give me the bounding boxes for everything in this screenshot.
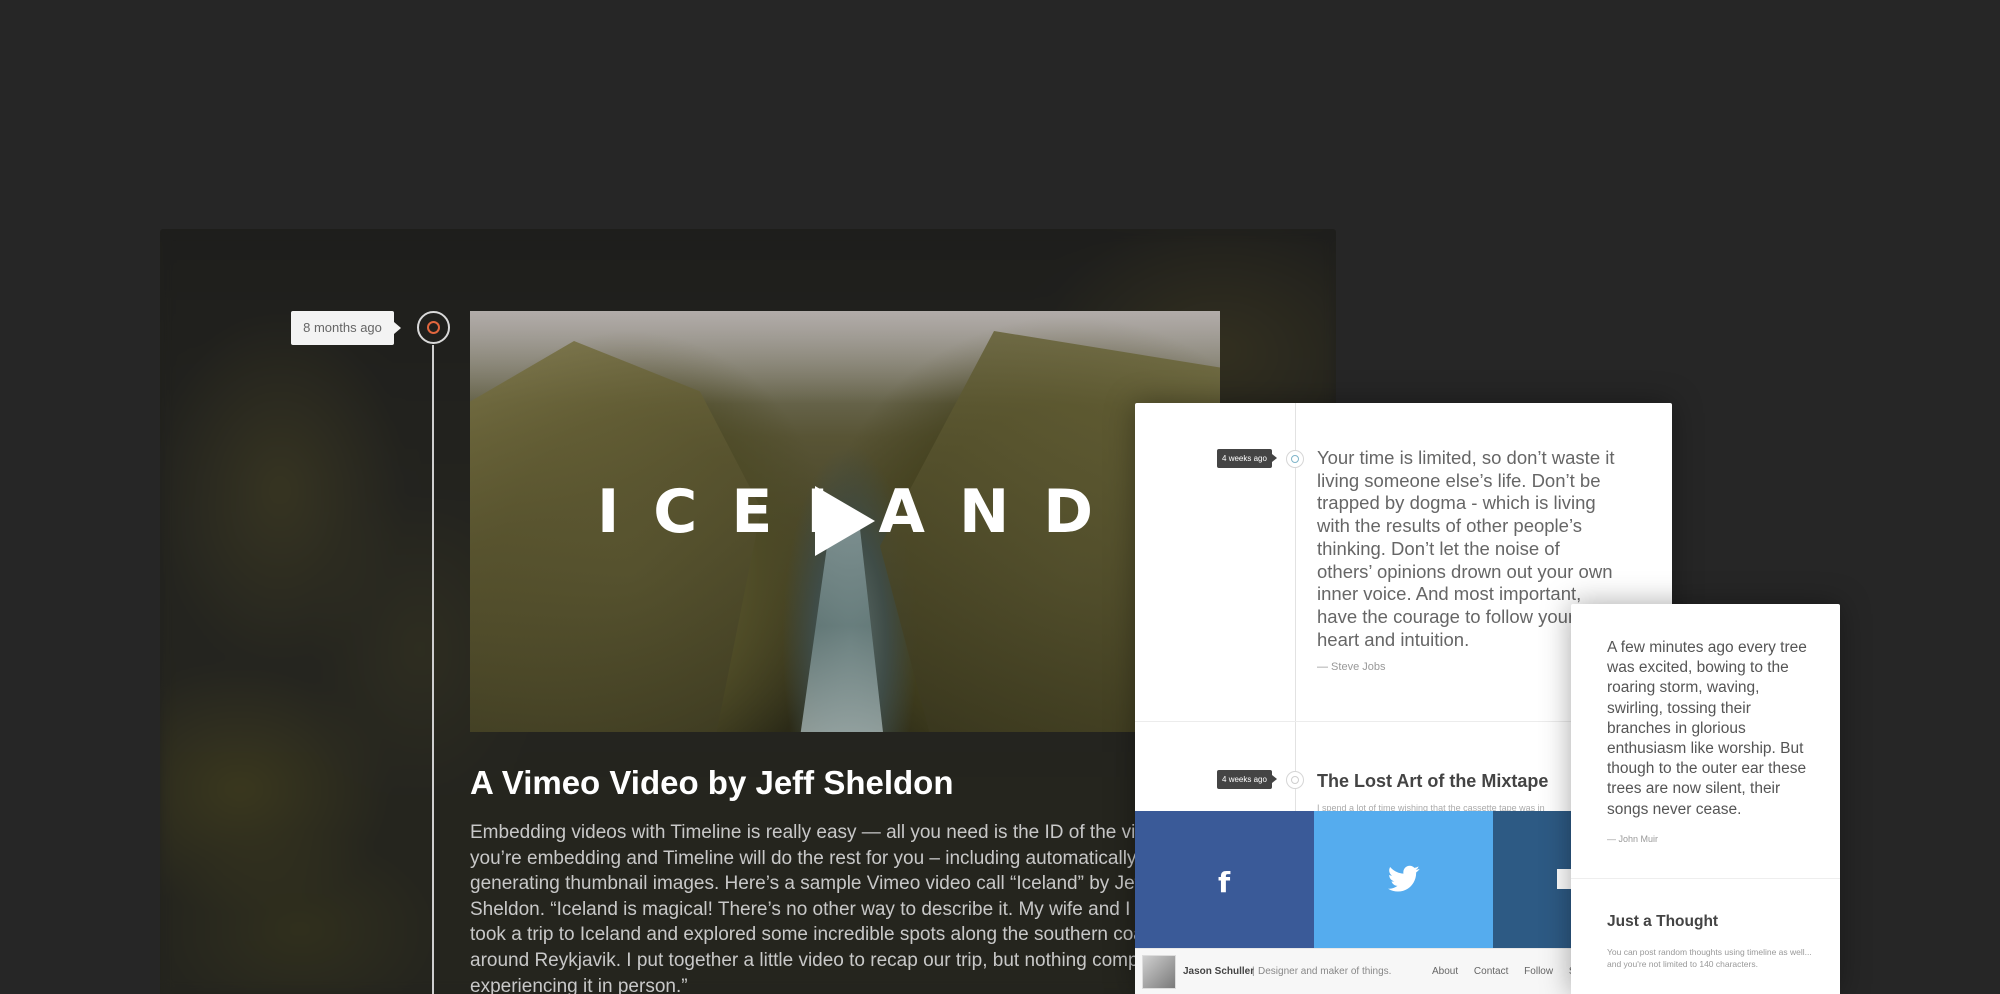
timeline-node-icon (417, 311, 450, 344)
post-title[interactable]: A Vimeo Video by Jeff Sheldon (470, 764, 954, 802)
twitter-share-button[interactable] (1314, 811, 1493, 948)
timeline-line (432, 345, 434, 994)
side-quote-text: A few minutes ago every tree was excited… (1607, 639, 1807, 818)
side-quote-card: A few minutes ago every tree was excited… (1571, 604, 1840, 994)
side-quote-author: — John Muir (1607, 834, 1659, 844)
author-name[interactable]: Jason Schuller (1183, 966, 1254, 977)
thought-text: You can post random thoughts using timel… (1607, 947, 1812, 969)
quote-time-badge: 4 weeks ago (1217, 449, 1277, 468)
divider (1571, 878, 1840, 879)
post-time-badge: 4 weeks ago (1217, 770, 1277, 789)
post-body: Embedding videos with Timeline is really… (470, 822, 1203, 994)
play-icon[interactable] (815, 486, 875, 556)
facebook-icon: f (1218, 866, 1231, 899)
facebook-share-button[interactable]: f (1135, 811, 1314, 948)
video-player[interactable]: ICELAND (470, 311, 1220, 732)
post-time-badge: 8 months ago (291, 311, 401, 345)
quote-author: — Steve Jobs (1317, 661, 1386, 673)
thought-title[interactable]: Just a Thought (1607, 913, 1718, 931)
author-separator: | (1252, 966, 1255, 977)
timeline-node-icon (1286, 450, 1304, 468)
nav-about-link[interactable]: About (1432, 966, 1458, 977)
share-icon (1557, 869, 1571, 889)
nav-follow-link[interactable]: Follow (1524, 966, 1553, 977)
footer-nav: About Contact Follow S (1432, 966, 1589, 977)
avatar[interactable] (1142, 955, 1176, 989)
mixtape-post-title[interactable]: The Lost Art of the Mixtape (1317, 771, 1548, 792)
nav-contact-link[interactable]: Contact (1474, 966, 1508, 977)
author-tagline: Designer and maker of things. (1258, 966, 1392, 977)
timeline-node-icon (1286, 771, 1304, 789)
twitter-icon (1388, 865, 1420, 892)
